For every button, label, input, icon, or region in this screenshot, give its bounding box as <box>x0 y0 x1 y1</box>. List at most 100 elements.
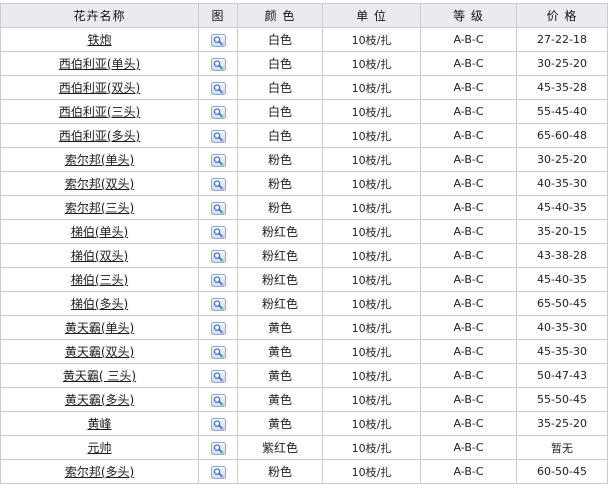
magnifier-view-icon[interactable] <box>210 321 226 335</box>
flower-name-link[interactable]: 西伯利亚(双头) <box>59 81 140 95</box>
grade-cell: A-B-C <box>420 147 517 172</box>
color-cell: 白色 <box>237 51 323 76</box>
price-cell: 50-47-43 <box>516 363 608 388</box>
price-cell: 45-40-35 <box>516 267 608 292</box>
color-cell: 粉色 <box>237 147 323 172</box>
magnifier-view-icon[interactable] <box>210 273 226 287</box>
color-cell: 黄色 <box>237 387 323 412</box>
image-cell <box>198 291 238 316</box>
header-flower-name: 花卉名称 <box>0 3 199 28</box>
grade-cell: A-B-C <box>420 75 517 100</box>
unit-cell: 10枝/扎 <box>322 315 421 340</box>
magnifier-view-icon[interactable] <box>210 105 226 119</box>
flower-name-link[interactable]: 索尔邦(三头) <box>65 201 134 215</box>
image-cell <box>198 27 238 52</box>
unit-cell: 10枝/扎 <box>322 123 421 148</box>
image-cell <box>198 315 238 340</box>
magnifier-view-icon[interactable] <box>210 201 226 215</box>
grade-cell: A-B-C <box>420 411 517 436</box>
price-cell: 65-50-45 <box>516 291 608 316</box>
unit-cell: 10枝/扎 <box>322 435 421 460</box>
image-cell <box>198 75 238 100</box>
image-cell <box>198 147 238 172</box>
flower-name-link[interactable]: 梯伯(双头) <box>71 249 128 263</box>
table-row: 梯伯(多头) 粉红色 10枝/扎 A-B-C 65-50-45 <box>0 291 608 316</box>
table-row: 元帅 紫红色 10枝/扎 A-B-C 暂无 <box>0 435 608 460</box>
flower-name-cell: 梯伯(双头) <box>0 243 199 268</box>
price-cell: 40-35-30 <box>516 171 608 196</box>
price-cell: 45-40-35 <box>516 195 608 220</box>
grade-cell: A-B-C <box>420 315 517 340</box>
table-row: 黄天霸(双头) 黄色 10枝/扎 A-B-C 45-35-30 <box>0 339 608 364</box>
table-row: 西伯利亚(双头) 白色 10枝/扎 A-B-C 45-35-28 <box>0 75 608 100</box>
flower-name-link[interactable]: 黄天霸(多头) <box>65 393 134 407</box>
flower-name-link[interactable]: 黄天霸(单头) <box>65 321 134 335</box>
flower-name-link[interactable]: 梯伯(多头) <box>71 297 128 311</box>
unit-cell: 10枝/扎 <box>322 291 421 316</box>
flower-name-cell: 铁炮 <box>0 27 199 52</box>
image-cell <box>198 267 238 292</box>
magnifier-view-icon[interactable] <box>210 369 226 383</box>
header-color: 颜 色 <box>237 3 323 28</box>
flower-name-link[interactable]: 黄天霸( 三头) <box>63 369 136 383</box>
flower-name-cell: 黄天霸( 三头) <box>0 363 199 388</box>
magnifier-view-icon[interactable] <box>210 465 226 479</box>
table-row: 梯伯(双头) 粉红色 10枝/扎 A-B-C 43-38-28 <box>0 243 608 268</box>
flower-name-link[interactable]: 铁炮 <box>87 33 111 47</box>
magnifier-view-icon[interactable] <box>210 345 226 359</box>
flower-name-link[interactable]: 梯伯(三头) <box>71 273 128 287</box>
flower-name-link[interactable]: 索尔邦(单头) <box>65 153 134 167</box>
flower-name-link[interactable]: 黄天霸(双头) <box>65 345 134 359</box>
magnifier-view-icon[interactable] <box>210 393 226 407</box>
table-row: 西伯利亚(多头) 白色 10枝/扎 A-B-C 65-60-48 <box>0 123 608 148</box>
color-cell: 粉红色 <box>237 219 323 244</box>
flower-name-link[interactable]: 索尔邦(双头) <box>65 177 134 191</box>
grade-cell: A-B-C <box>420 387 517 412</box>
image-cell <box>198 171 238 196</box>
table-row: 黄天霸(多头) 黄色 10枝/扎 A-B-C 55-50-45 <box>0 387 608 412</box>
image-cell <box>198 243 238 268</box>
price-cell: 暂无 <box>516 435 608 460</box>
color-cell: 白色 <box>237 75 323 100</box>
flower-name-link[interactable]: 西伯利亚(多头) <box>59 129 140 143</box>
grade-cell: A-B-C <box>420 459 517 484</box>
magnifier-view-icon[interactable] <box>210 153 226 167</box>
flower-name-link[interactable]: 黄峰 <box>87 417 111 431</box>
magnifier-view-icon[interactable] <box>210 57 226 71</box>
unit-cell: 10枝/扎 <box>322 27 421 52</box>
image-cell <box>198 363 238 388</box>
table-row: 索尔邦(单头) 粉色 10枝/扎 A-B-C 30-25-20 <box>0 147 608 172</box>
table-row: 梯伯(单头) 粉红色 10枝/扎 A-B-C 35-20-15 <box>0 219 608 244</box>
unit-cell: 10枝/扎 <box>322 459 421 484</box>
unit-cell: 10枝/扎 <box>322 219 421 244</box>
grade-cell: A-B-C <box>420 99 517 124</box>
price-cell: 30-25-20 <box>516 51 608 76</box>
unit-cell: 10枝/扎 <box>322 75 421 100</box>
flower-name-link[interactable]: 梯伯(单头) <box>71 225 128 239</box>
magnifier-view-icon[interactable] <box>210 33 226 47</box>
color-cell: 黄色 <box>237 339 323 364</box>
color-cell: 白色 <box>237 99 323 124</box>
magnifier-view-icon[interactable] <box>210 249 226 263</box>
flower-name-cell: 黄天霸(单头) <box>0 315 199 340</box>
unit-cell: 10枝/扎 <box>322 243 421 268</box>
magnifier-view-icon[interactable] <box>210 177 226 191</box>
grade-cell: A-B-C <box>420 435 517 460</box>
unit-cell: 10枝/扎 <box>322 147 421 172</box>
flower-name-link[interactable]: 索尔邦(多头) <box>65 465 134 479</box>
magnifier-view-icon[interactable] <box>210 297 226 311</box>
flower-name-link[interactable]: 西伯利亚(单头) <box>59 57 140 71</box>
flower-name-link[interactable]: 元帅 <box>87 441 111 455</box>
flower-price-table: 花卉名称 图 颜 色 单 位 等 级 价 格 铁炮 白色 10枝/扎 A-B-C 27-… <box>0 3 608 484</box>
grade-cell: A-B-C <box>420 291 517 316</box>
grade-cell: A-B-C <box>420 243 517 268</box>
flower-name-cell: 元帅 <box>0 435 199 460</box>
price-cell: 55-50-45 <box>516 387 608 412</box>
magnifier-view-icon[interactable] <box>210 417 226 431</box>
flower-name-link[interactable]: 西伯利亚(三头) <box>59 105 140 119</box>
magnifier-view-icon[interactable] <box>210 225 226 239</box>
table-row: 索尔邦(双头) 粉色 10枝/扎 A-B-C 40-35-30 <box>0 171 608 196</box>
magnifier-view-icon[interactable] <box>210 441 226 455</box>
magnifier-view-icon[interactable] <box>210 81 226 95</box>
magnifier-view-icon[interactable] <box>210 129 226 143</box>
